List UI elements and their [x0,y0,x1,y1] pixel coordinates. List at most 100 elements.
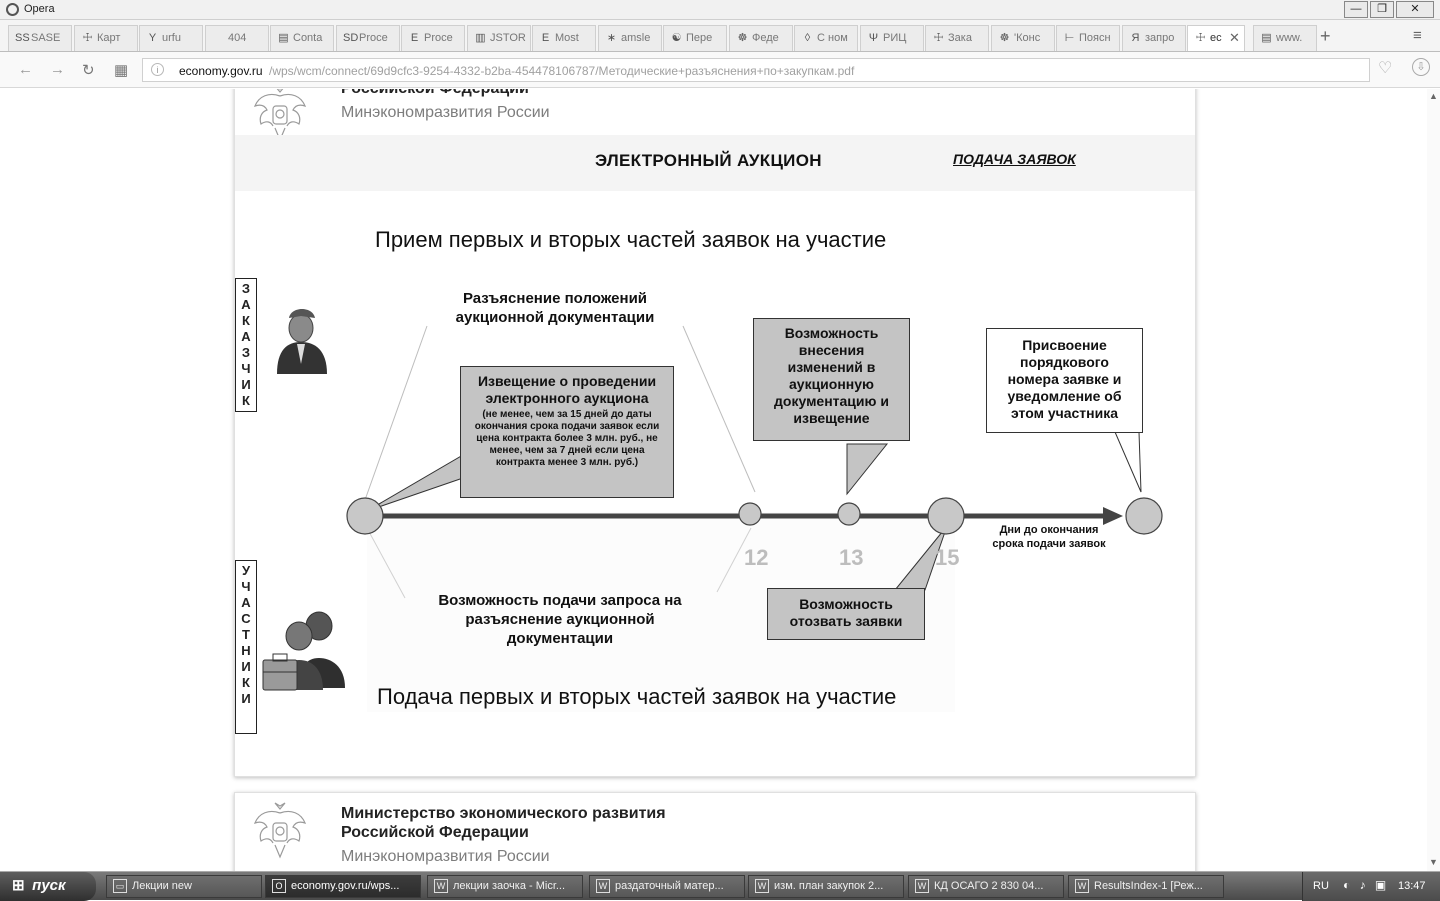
tab-label: С ном [817,32,848,44]
taskbar-button[interactable]: Wизм. план закупок 2... [748,875,904,898]
tray-icons[interactable]: ◐ ♪ ▣ [1343,878,1389,892]
side-label-letter: У [241,563,251,578]
new-tab-button[interactable]: + [1320,26,1331,47]
org-subtitle: Минэкономразвития России [341,848,550,865]
tab-favicon-icon: ☸ [737,32,748,44]
tab[interactable]: E Proce [401,25,465,51]
tab-label: Most [555,32,579,44]
notice-callout-tail [366,454,464,512]
task-app-icon: W [1075,879,1089,894]
taskbar: ⊞ пуск ▭ Лекции new Oeconomy.gov.ru/wps...… [0,871,1440,901]
tab-label: Зака [948,32,972,44]
tab[interactable]: Yurfu [139,25,203,51]
tab[interactable]: ☯ Пере [663,25,727,51]
changes-callout-tail [846,443,889,496]
tab-favicon-icon: E [541,32,550,44]
forward-icon[interactable]: → [50,61,65,78]
withdraw-box-text: Возможность отозвать заявки [789,596,903,629]
taskbar-button[interactable]: W КД ОСАГО 2 830 04... [908,875,1064,898]
tab[interactable]: ☩ Зака [925,25,989,51]
org-name-line1: Министерство экономического развития [341,805,666,822]
tab-favicon-icon: ⊢ [1064,32,1075,44]
download-icon[interactable]: ⇩ [1412,58,1430,76]
url-path: /wps/wcm/connect/69d9cfc3-9254-4332-b2ba… [269,64,855,78]
vertical-scrollbar[interactable] [1427,89,1440,871]
tab[interactable]: ⊢ Поясн [1056,25,1120,51]
tab[interactable]: Язапро [1122,25,1186,51]
tab[interactable]: ▥ JSTOR [467,25,531,51]
tab-favicon-icon: Ψ [868,32,879,44]
language-indicator[interactable]: RU [1313,880,1329,892]
tab[interactable]: E Most [532,25,596,51]
withdraw-box: Возможность отозвать заявки [767,588,925,640]
tab-favicon-icon: ▥ [475,32,486,44]
customer-person-icon [277,309,327,374]
notice-note: (не менее, чем за 15 дней до даты оконча… [474,409,660,468]
tab-label: SASE [31,32,61,44]
tab[interactable]: Ψ РИЦ [860,25,924,51]
request-clarification-text: Возможность подачи запроса на разъяснени… [438,592,682,647]
taskbar-button[interactable]: Oeconomy.gov.ru/wps... [265,875,421,898]
guide-line [364,325,428,501]
reload-icon[interactable]: ↻ [82,61,95,79]
tab[interactable]: ☸ Феде [729,25,793,51]
maximize-button[interactable]: ❐ [1370,1,1394,18]
tab-favicon-icon: ▤ [1261,32,1272,44]
assign-number-box: Присвоение порядкового номера заявке и у… [986,328,1143,433]
tab[interactable]: 404 [205,25,269,51]
timeline-node-12 [738,502,762,526]
scroll-up-icon[interactable]: ▲ [1429,91,1438,101]
back-icon[interactable]: ← [18,61,33,78]
speed-dial-icon[interactable]: ▦ [114,61,128,79]
side-label-letter: А [241,329,251,344]
timeline-node-15 [927,497,965,535]
tab-label: Феде [752,32,779,44]
bookmark-heart-icon[interactable]: ♡ [1378,58,1392,78]
taskbar-button[interactable]: Wраздаточный матер... [589,875,745,898]
side-label-letter: А [241,595,251,610]
task-app-icon: W [915,879,929,894]
changes-box-text: Возможность внесения изменений в аукцион… [774,325,889,426]
tab[interactable]: ▤ www. [1253,25,1317,51]
address-field[interactable]: i economy.gov.ru /wps/wcm/connect/69d9cf… [142,58,1370,82]
tab-label: amsle [621,32,651,44]
taskbar-button[interactable]: ▭ Лекции new [106,875,262,898]
tab[interactable]: ☩ Карт [74,25,138,51]
side-label-letter: К [242,313,250,328]
close-tab-icon[interactable]: ✕ [1229,30,1240,46]
windows-logo-icon: ⊞ [12,877,25,894]
tab[interactable]: ▤ Conta [270,25,334,51]
tick-13: 13 [839,545,864,570]
tab[interactable]: ∗ amsle [598,25,662,51]
tab[interactable]: ☸ 'Конс [991,25,1055,51]
tab-favicon-icon: ☩ [1195,32,1206,44]
task-label: Лекции new [132,880,192,892]
side-label-letter: И [241,691,251,706]
pdf-viewer[interactable]: Российской Федерации Минэкономразвития Р… [0,89,1440,871]
taskbar-button[interactable]: W ResultsIndex-1 [Реж... [1068,875,1224,898]
window-titlebar: Opera — ❐ ✕ [0,0,1440,20]
tick-15: 15 [935,545,960,570]
tab[interactable]: SSSASE [8,25,72,51]
tab-menu-icon[interactable]: ≡ [1413,27,1422,44]
tab-label: urfu [162,32,181,44]
side-label-letter: С [241,611,251,626]
scroll-down-icon[interactable]: ▼ [1429,857,1438,867]
side-label-letter: И [241,659,251,674]
task-app-icon: ▭ [113,879,127,894]
tab[interactable]: SDProce [336,25,400,51]
task-label: лекции заочка - Micr... [453,880,566,892]
customer-side-label: ЗАКАЗЧИК [235,278,257,412]
participants-heading: Подача первых и вторых частей заявок на … [377,684,897,709]
tab-label: Поясн [1079,32,1111,44]
task-label: раздаточный матер... [615,880,724,892]
side-label-letter: К [242,393,250,408]
taskbar-button[interactable]: Wлекции заочка - Micr... [427,875,583,898]
start-button[interactable]: ⊞ пуск [0,872,96,901]
minimize-button[interactable]: — [1344,1,1368,18]
tab-favicon-icon: E [410,32,419,44]
close-window-button[interactable]: ✕ [1396,1,1434,18]
tab[interactable]: ◊ С ном [794,25,858,51]
site-info-icon[interactable]: i [151,63,164,76]
tab-favicon-icon: SS [15,32,30,44]
